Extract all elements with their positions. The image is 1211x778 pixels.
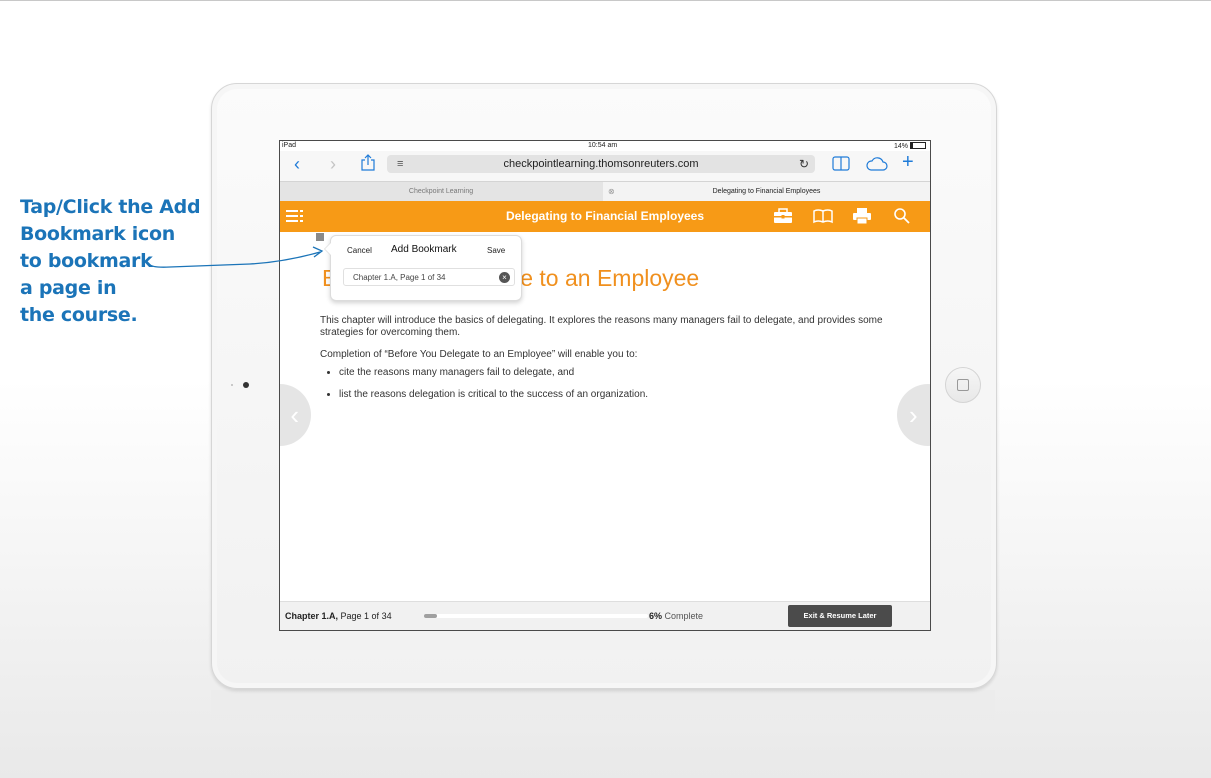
list-item: cite the reasons many managers fail to d… (339, 366, 648, 379)
course-header-bar: Delegating to Financial Employees (280, 201, 930, 232)
popover-arrow-inner (325, 242, 332, 256)
annotation-line: Tap/Click the Add (20, 196, 201, 218)
top-divider (0, 0, 1211, 1)
progress-bar (424, 614, 648, 618)
completion-text: Completion of “Before You Delegate to an… (320, 349, 638, 360)
chapter-indicator: Chapter 1.A, Page 1 of 34 (285, 611, 392, 621)
battery-indicator: 14% (894, 142, 926, 150)
cancel-button[interactable]: Cancel (347, 246, 372, 255)
home-button[interactable] (945, 367, 981, 403)
bookmark-name-field[interactable]: Chapter 1.A, Page 1 of 34 × (343, 268, 515, 286)
url-text: checkpointlearning.thomsonreuters.com (503, 158, 699, 170)
status-bar: iPad 10:54 am 14% (280, 141, 930, 151)
annotation-callout: Tap/Click the Add Bookmark icon to bookm… (20, 194, 220, 329)
print-icon[interactable] (851, 206, 873, 226)
annotation-line: a page in (20, 277, 117, 299)
clear-field-icon[interactable]: × (499, 272, 510, 283)
book-icon[interactable] (812, 206, 834, 226)
tab-label: Delegating to Financial Employees (712, 188, 821, 195)
percent-label: Complete (664, 611, 704, 621)
course-footer: Chapter 1.A, Page 1 of 34 6% Complete Ex… (280, 601, 930, 630)
battery-percent: 14% (893, 143, 908, 150)
browser-toolbar: ‹ › ≡ checkpointlearning.thomsonreuters.… (280, 151, 930, 181)
new-tab-icon[interactable]: + (902, 152, 914, 172)
save-button[interactable]: Save (487, 246, 505, 255)
sensor-dot (231, 384, 233, 386)
forward-icon[interactable]: › (330, 154, 336, 174)
search-icon[interactable] (891, 206, 913, 226)
annotation-line: to bookmark (20, 250, 153, 272)
clock: 10:54 am (588, 142, 618, 149)
device-reflection (211, 690, 995, 778)
chapter-label: Chapter 1.A, (285, 611, 339, 621)
annotation-line: Bookmark icon (20, 223, 175, 245)
list-item: list the reasons delegation is critical … (339, 388, 648, 401)
ipad-screen: iPad 10:54 am 14% ‹ › ≡ checkpointlearni… (279, 140, 931, 631)
cloud-icon[interactable] (866, 155, 888, 175)
tab-checkpoint-learning[interactable]: Checkpoint Learning (280, 182, 602, 201)
battery-icon (910, 142, 926, 149)
back-icon[interactable]: ‹ (294, 154, 300, 174)
home-square-icon (957, 379, 969, 391)
bookmark-name-value: Chapter 1.A, Page 1 of 34 (353, 273, 446, 282)
bookmarks-book-icon[interactable] (832, 155, 850, 175)
reload-icon[interactable]: ↻ (799, 155, 809, 173)
browser-tabs: Checkpoint Learning ⊗ Delegating to Fina… (280, 181, 930, 201)
exit-resume-button[interactable]: Exit & Resume Later (788, 605, 892, 627)
tab-delegating[interactable]: ⊗ Delegating to Financial Employees (603, 182, 930, 201)
percent-value: 6% (649, 611, 663, 621)
progress-fill (424, 614, 438, 618)
share-icon[interactable] (361, 154, 375, 175)
carrier-label: iPad (282, 142, 297, 149)
close-tab-icon[interactable]: ⊗ (608, 182, 615, 201)
reader-menu-icon[interactable]: ≡ (397, 155, 403, 173)
annotation-line: the course. (20, 304, 138, 326)
bookmark-tab-icon[interactable] (316, 233, 324, 241)
add-bookmark-popover: Cancel Add Bookmark Save Chapter 1.A, Pa… (324, 235, 522, 301)
address-bar[interactable]: ≡ checkpointlearning.thomsonreuters.com … (387, 155, 815, 173)
popover-title: Add Bookmark (391, 244, 457, 255)
percent-complete: 6% Complete (649, 611, 703, 621)
camera (243, 382, 249, 388)
page-label: Page 1 of 34 (340, 611, 392, 621)
intro-paragraph: This chapter will introduce the basics o… (320, 315, 883, 338)
toolbox-icon[interactable] (772, 206, 794, 226)
objectives-list: cite the reasons many managers fail to d… (327, 366, 648, 410)
